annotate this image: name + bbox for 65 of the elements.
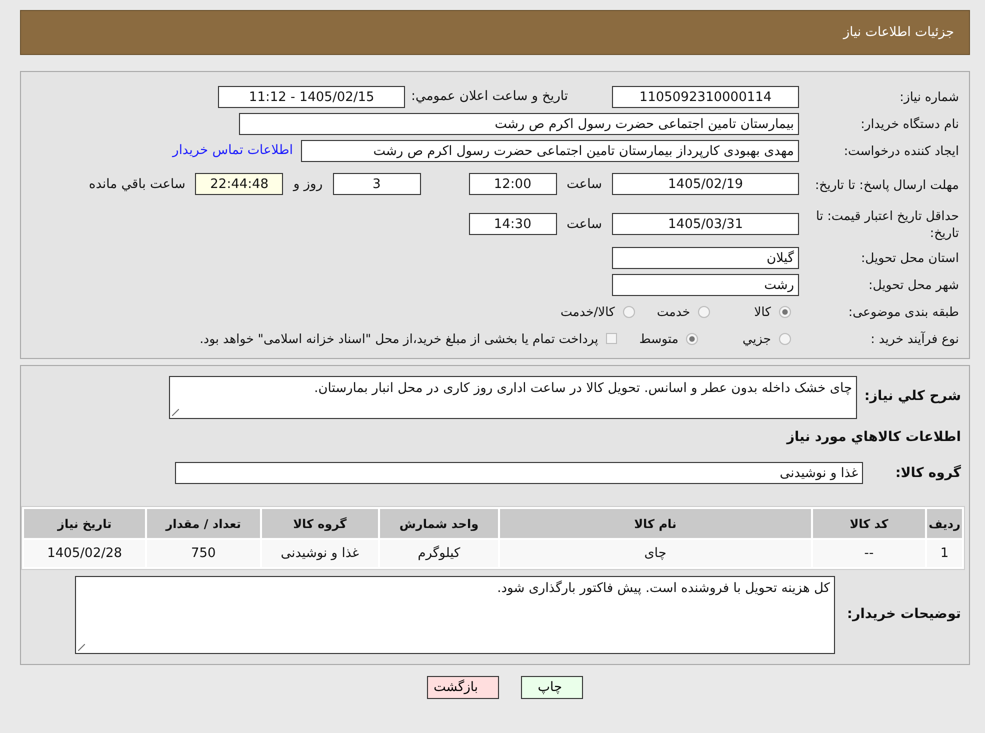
goods-group-field: غذا و نوشیدنی (175, 462, 863, 484)
radio-button[interactable] (779, 306, 791, 318)
field-label: شماره نیاز: (898, 88, 960, 105)
field-label: شرح کلي نياز: (863, 388, 962, 404)
field-label: شهر محل تحویل: (868, 276, 960, 293)
description-textarea[interactable]: چای خشک داخله بدون عطر و اسانس. تحویل کالا در ساعت اداری روز کاری در محل انبار بمارستان. (169, 376, 857, 419)
column-header: نام کالا (500, 509, 811, 538)
radio-button[interactable] (698, 306, 710, 318)
field-label: طبقه بندی موضوعی: (847, 303, 960, 320)
field-label: حداقل تاریخ اعتبار قیمت: تا تاریخ: (814, 207, 960, 241)
column-header: تعداد / مقدار (147, 509, 260, 538)
remaining-time-field: 22:44:48 (195, 173, 284, 195)
province-field: گیلان (612, 246, 799, 268)
table-cell: کیلوگرم (380, 540, 498, 567)
time-label: ساعت (566, 176, 602, 192)
need-number-field: 1105092310000114 (612, 86, 799, 108)
city-field: رشت (612, 274, 799, 296)
table-cell: 1405/02/28 (24, 540, 146, 567)
checkbox[interactable] (606, 333, 618, 344)
validity-time-field: 14:30 (468, 213, 557, 235)
table-cell: -- (812, 540, 926, 567)
days-field: 3 (332, 173, 421, 195)
table-cell: غذا و نوشیدنی (262, 540, 378, 567)
reply-date-field: 1405/02/19 (612, 173, 799, 195)
section-heading: اطلاعات کالاهاي مورد نياز (785, 429, 962, 445)
print-button[interactable]: چاپ (521, 676, 583, 699)
field-label: نوع فرآیند خرید : (870, 330, 960, 347)
radio-button[interactable] (622, 306, 635, 318)
option-label: کالا/خدمت (560, 304, 615, 319)
creator-field: مهدی بهبودی کارپرداز بیمارستان تامین اجتماعی حضرت رسول اکرم ص رشت (301, 140, 799, 162)
radio-button[interactable] (686, 332, 698, 344)
field-label: توضیحات خریدار: (846, 606, 962, 622)
page-title: جزئیات اطلاعات نیاز (843, 25, 954, 40)
field-label: تاريخ و ساعت اعلان عمومي: (411, 89, 568, 104)
table-cell: 1 (927, 540, 962, 567)
field-label: ایجاد کننده درخواست: (842, 142, 960, 159)
option-label: جزيي (742, 331, 771, 346)
validity-date-field: 1405/03/31 (612, 213, 799, 235)
option-label: کالا (754, 304, 771, 319)
field-label: استان محل تحویل: (860, 249, 960, 266)
back-button[interactable]: بازگشت (427, 676, 499, 699)
buyer-contact-link[interactable]: اطلاعات تماس خريدار (172, 143, 293, 158)
time-label: ساعت (566, 216, 602, 232)
days-label: روز و (293, 176, 323, 192)
table-cell: 750 (147, 540, 260, 567)
column-header: واحد شمارش (380, 509, 498, 538)
announce-date-field: 1405/02/15 - 11:12 (218, 86, 406, 108)
option-label: متوسط (639, 331, 678, 346)
remaining-label: ساعت باقي مانده (88, 176, 186, 192)
option-label: پرداخت تمام یا بخشی از مبلغ خرید،از محل "اسناد خزانه اسلامی" خواهد بود. (200, 331, 598, 346)
option-label: خدمت (656, 304, 690, 319)
field-label: نام دستگاه خريدار: (860, 115, 960, 132)
radio-button[interactable] (779, 332, 791, 344)
table-cell: چای (500, 540, 811, 567)
column-header: کد کالا (812, 509, 926, 538)
resize-grip-icon[interactable] (78, 644, 85, 651)
buyer-field: بیمارستان تامین اجتماعی حضرت رسول اکرم ص رشت (239, 112, 799, 134)
field-label: گروه کالا: (894, 464, 962, 480)
column-header: گروه کالا (262, 509, 378, 538)
column-header: تاریخ نیاز (24, 509, 146, 538)
resize-grip-icon[interactable] (172, 409, 179, 416)
field-label: مهلت ارسال پاسخ: تا تاریخ: (814, 176, 960, 192)
buyer-notes-textarea[interactable]: کل هزینه تحویل با فروشنده است. پیش فاکتور بارگذاری شود. (75, 576, 835, 654)
reply-time-field: 12:00 (468, 173, 557, 195)
column-header: ردیف (927, 509, 962, 538)
